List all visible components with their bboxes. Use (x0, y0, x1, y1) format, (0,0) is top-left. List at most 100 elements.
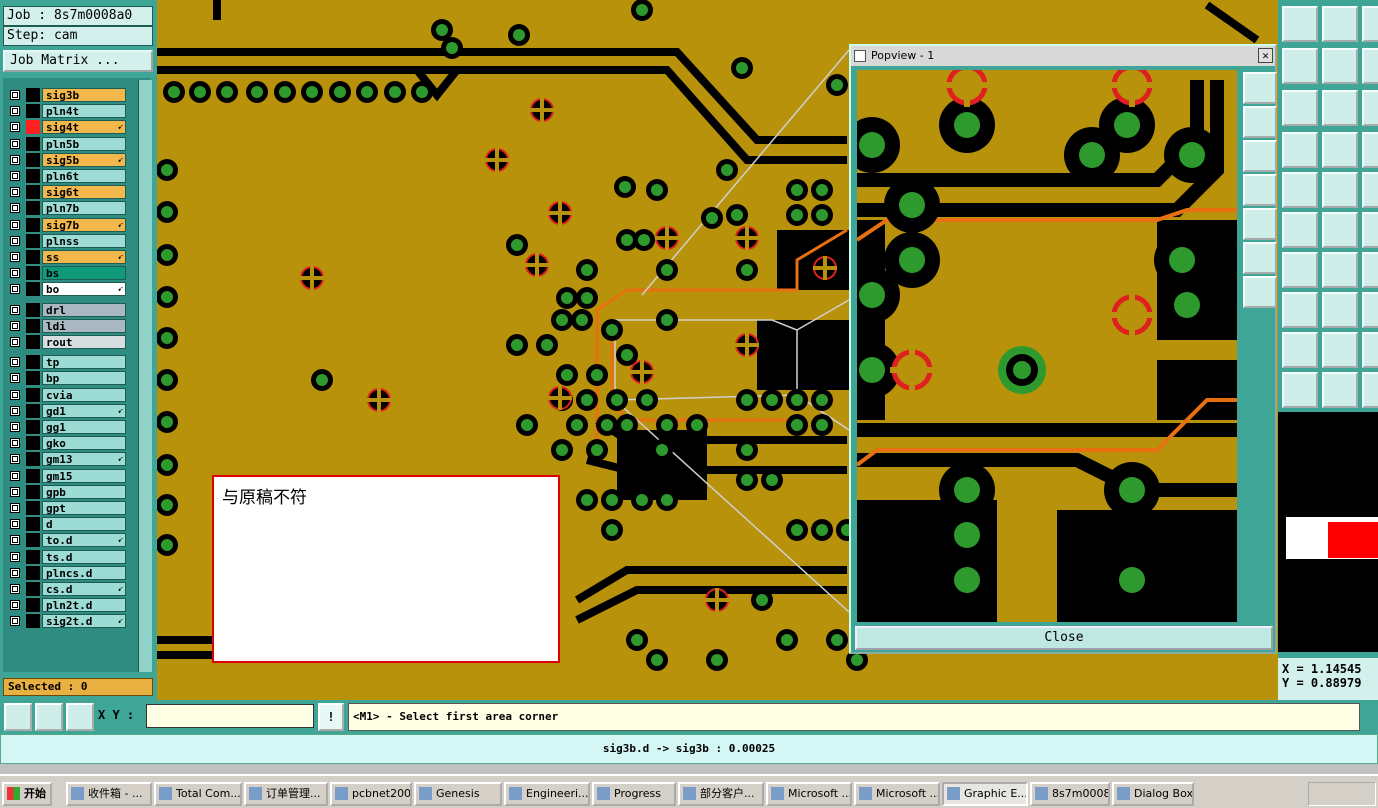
layer-name[interactable]: pln2t.d (42, 598, 126, 613)
layer-checkbox[interactable] (10, 320, 20, 331)
layer-name[interactable]: gg1 (42, 420, 126, 434)
layer-name[interactable]: gko (42, 436, 126, 451)
layer-checkbox[interactable] (10, 567, 20, 578)
layer-name[interactable]: sig7b ➹ (42, 217, 126, 232)
close-button[interactable]: Close (855, 626, 1273, 650)
xy-input[interactable] (146, 704, 314, 728)
layer-name[interactable]: ss ➹ (42, 250, 126, 264)
layer-row-gm13[interactable]: gm13 ➹ (6, 452, 126, 467)
draw-icon[interactable] (1322, 172, 1358, 208)
layer-checkbox[interactable] (10, 122, 20, 133)
pointer-icon[interactable] (1282, 372, 1318, 408)
taskbar-item[interactable]: Microsoft ... (854, 782, 940, 806)
layer-row-pln5b[interactable]: pln5b (6, 136, 126, 151)
polygon-icon[interactable] (1282, 332, 1318, 368)
layer-name[interactable]: ldi (42, 318, 126, 333)
layer-name[interactable]: sig6t (42, 185, 126, 200)
grid-icon[interactable] (66, 703, 94, 731)
taskbar-item[interactable]: Progress (592, 782, 676, 806)
taskbar-item[interactable]: 收件箱 - ... (66, 782, 152, 806)
layer-row-pln7b[interactable]: pln7b (6, 201, 126, 216)
layer-name[interactable]: bp (42, 371, 126, 386)
layer-row-gpb[interactable]: gpb (6, 484, 126, 499)
layer-checkbox[interactable] (10, 337, 20, 347)
layer-checkbox[interactable] (10, 600, 20, 611)
layer-name[interactable]: gpb (42, 484, 126, 499)
layer-checkbox[interactable] (10, 551, 20, 562)
zoom-in-icon[interactable] (1282, 6, 1318, 42)
pan-right-icon[interactable] (1322, 48, 1358, 84)
net-icon[interactable] (1282, 212, 1318, 248)
popview-canvas[interactable] (857, 70, 1237, 622)
popview-pan-down-icon[interactable] (1243, 174, 1277, 206)
layer-row-pln2t-d[interactable]: pln2t.d (6, 598, 126, 613)
layer-name[interactable]: plncs.d (42, 565, 126, 580)
layer-row-ts-d[interactable]: ts.d (6, 549, 126, 564)
layer-row-gpt[interactable]: gpt (6, 501, 126, 515)
layer-row-plnss[interactable]: plnss (6, 233, 126, 248)
layer-row-gm15[interactable]: gm15 (6, 468, 126, 483)
layer-checkbox[interactable] (10, 373, 20, 384)
layer-row-plncs-d[interactable]: plncs.d (6, 565, 126, 580)
layer-checkbox[interactable] (10, 138, 20, 149)
pan-icon[interactable] (1362, 48, 1378, 84)
layer-row-bo[interactable]: bo ➹ (6, 282, 126, 297)
layer-name[interactable]: drl (42, 302, 126, 317)
layer-row-sig5b[interactable]: sig5b ➹ (6, 152, 126, 167)
layer-name[interactable]: ts.d (42, 549, 126, 564)
layer-checkbox[interactable] (10, 616, 20, 627)
taskbar-item[interactable]: Engineeri... (504, 782, 590, 806)
layer-row-pln6t[interactable]: pln6t (6, 169, 126, 183)
pan-left-icon[interactable] (1282, 48, 1318, 84)
taskbar-item[interactable]: Genesis (414, 782, 502, 806)
pad-icon[interactable] (1282, 292, 1318, 328)
grid-icon[interactable] (1322, 132, 1358, 168)
layer-row-sig2t-d[interactable]: sig2t.d ➹ (6, 614, 126, 629)
layer-checkbox[interactable] (10, 486, 20, 497)
layer-checkbox[interactable] (10, 389, 20, 400)
layer-row-gd1[interactable]: gd1 ➹ (6, 403, 126, 418)
arrow-icon[interactable] (1362, 292, 1378, 328)
layer-checkbox[interactable] (10, 235, 20, 246)
layer-name[interactable]: rout (42, 335, 126, 349)
layer-row-sig7b[interactable]: sig7b ➹ (6, 217, 126, 232)
fit-icon[interactable] (1282, 90, 1318, 126)
layer-name[interactable]: bo ➹ (42, 282, 126, 297)
layer-row-bp[interactable]: bp (6, 371, 126, 386)
layer-name[interactable]: sig5b ➹ (42, 152, 126, 167)
system-tray[interactable] (1308, 782, 1376, 806)
layer-name[interactable]: cvia (42, 387, 126, 402)
move-icon[interactable] (1362, 212, 1378, 248)
job-matrix-button[interactable]: Job Matrix ... (3, 50, 153, 72)
layer-checkbox[interactable] (10, 171, 20, 181)
layer-name[interactable]: tp (42, 355, 126, 370)
layer-checkbox[interactable] (10, 584, 20, 594)
taskbar-item[interactable]: 8s7m0008... (1030, 782, 1110, 806)
layer-name[interactable]: bs (42, 266, 126, 281)
taskbar-item[interactable]: Microsoft ... (766, 782, 852, 806)
taskbar-item[interactable]: 订单管理... (244, 782, 328, 806)
popview-zoom-out-icon[interactable] (1243, 106, 1277, 138)
popview-pan-up-icon[interactable] (1243, 140, 1277, 172)
layer-checkbox[interactable] (10, 187, 20, 198)
layer-checkbox[interactable] (10, 154, 20, 165)
taskbar-item[interactable]: pcbnet2002 (330, 782, 412, 806)
layer-row-tp[interactable]: tp (6, 355, 126, 370)
measure-icon[interactable] (1362, 252, 1378, 288)
popview-fit-icon[interactable] (1243, 276, 1277, 308)
layer-checkbox[interactable] (10, 454, 20, 465)
add-icon[interactable] (1362, 172, 1378, 208)
arc-icon[interactable] (1362, 332, 1378, 368)
layer-checkbox[interactable] (10, 470, 20, 481)
popview-pan-right-icon[interactable] (1243, 242, 1277, 274)
layer-name[interactable]: to.d ➹ (42, 533, 126, 548)
layer-name[interactable]: gd1 ➹ (42, 403, 126, 418)
split-icon[interactable] (1322, 292, 1358, 328)
taskbar-item[interactable]: Total Com... (154, 782, 242, 806)
layer-checkbox[interactable] (10, 519, 20, 530)
line-icon[interactable] (1282, 252, 1318, 288)
alert-icon[interactable]: ! (318, 703, 344, 731)
layer-name[interactable]: sig3b (42, 88, 126, 102)
layer-row-ss[interactable]: ss ➹ (6, 250, 126, 264)
popview-zoom-in-icon[interactable] (1243, 72, 1277, 104)
